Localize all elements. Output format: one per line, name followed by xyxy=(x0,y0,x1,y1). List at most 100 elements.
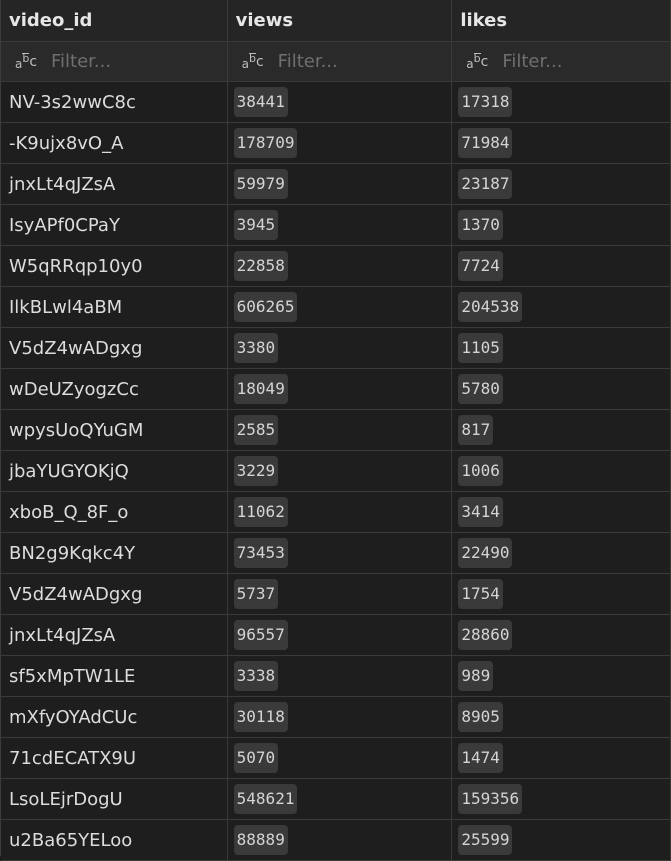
cell-views[interactable]: 3380 xyxy=(228,328,453,368)
likes-value: 1370 xyxy=(458,210,503,240)
table-row[interactable]: W5qRRqp10y0 22858 7724 xyxy=(1,246,671,287)
views-value: 3338 xyxy=(233,661,279,691)
table-row[interactable]: wpysUoQYuGM 2585 817 xyxy=(1,410,671,451)
views-value: 22858 xyxy=(233,251,288,281)
cell-video_id[interactable]: xboB_Q_8F_o xyxy=(1,492,228,532)
cell-video_id[interactable]: W5qRRqp10y0 xyxy=(1,246,228,286)
table-row[interactable]: IlkBLwl4aBM 606265 204538 xyxy=(1,287,671,328)
column-header-likes[interactable]: likes xyxy=(452,0,671,41)
cell-likes[interactable]: 1006 xyxy=(452,451,671,491)
cell-views[interactable]: 606265 xyxy=(228,287,453,327)
cell-likes[interactable]: 1474 xyxy=(452,738,671,778)
table-row[interactable]: jbaYUGYOKjQ 3229 1006 xyxy=(1,451,671,492)
cell-likes[interactable]: 28860 xyxy=(452,615,671,655)
cell-likes[interactable]: 71984 xyxy=(452,123,671,163)
cell-views[interactable]: 88889 xyxy=(228,820,453,860)
table-row[interactable]: mXfyOYAdCUc 30118 8905 xyxy=(1,697,671,738)
table-row[interactable]: xboB_Q_8F_o 11062 3414 xyxy=(1,492,671,533)
filter-cell-likes: abc xyxy=(452,42,671,81)
filter-input-views[interactable] xyxy=(277,51,428,72)
column-header-views[interactable]: views xyxy=(228,0,453,41)
cell-video_id[interactable]: IlkBLwl4aBM xyxy=(1,287,228,327)
cell-views[interactable]: 5737 xyxy=(228,574,453,614)
table-row[interactable]: LsoLEjrDogU 548621 159356 xyxy=(1,779,671,820)
cell-views[interactable]: 73453 xyxy=(228,533,453,573)
table-row[interactable]: sf5xMpTW1LE 3338 989 xyxy=(1,656,671,697)
cell-likes[interactable]: 817 xyxy=(452,410,671,450)
views-value: 3380 xyxy=(233,333,279,363)
cell-video_id[interactable]: IsyAPf0CPaY xyxy=(1,205,228,245)
cell-views[interactable]: 59979 xyxy=(228,164,453,204)
cell-views[interactable]: 3945 xyxy=(228,205,453,245)
views-value: 59979 xyxy=(233,169,288,199)
cell-views[interactable]: 22858 xyxy=(228,246,453,286)
likes-value: 3414 xyxy=(458,497,503,527)
cell-video_id[interactable]: wpysUoQYuGM xyxy=(1,410,228,450)
table-row[interactable]: jnxLt4qJZsA 59979 23187 xyxy=(1,164,671,205)
cell-video_id[interactable]: sf5xMpTW1LE xyxy=(1,656,228,696)
cell-likes[interactable]: 1105 xyxy=(452,328,671,368)
cell-views[interactable]: 548621 xyxy=(228,779,453,819)
cell-views[interactable]: 18049 xyxy=(228,369,453,409)
cell-video_id[interactable]: V5dZ4wADgxg xyxy=(1,328,228,368)
likes-value: 989 xyxy=(458,661,494,691)
cell-likes[interactable]: 204538 xyxy=(452,287,671,327)
cell-video_id[interactable]: jnxLt4qJZsA xyxy=(1,164,228,204)
cell-views[interactable]: 3338 xyxy=(228,656,453,696)
cell-views[interactable]: 30118 xyxy=(228,697,453,737)
cell-video_id[interactable]: V5dZ4wADgxg xyxy=(1,574,228,614)
cell-views[interactable]: 96557 xyxy=(228,615,453,655)
cell-video_id[interactable]: mXfyOYAdCUc xyxy=(1,697,228,737)
abc-type-icon: abc xyxy=(466,52,489,71)
filter-cell-video_id: abc xyxy=(1,42,228,81)
data-grid: video_id views likes abc abc abc NV-3s2w… xyxy=(0,0,671,861)
cell-likes[interactable]: 3414 xyxy=(452,492,671,532)
views-value: 5070 xyxy=(233,743,279,773)
table-row[interactable]: -K9ujx8vO_A 178709 71984 xyxy=(1,123,671,164)
likes-value: 8905 xyxy=(458,702,503,732)
cell-video_id[interactable]: NV-3s2wwC8c xyxy=(1,82,228,122)
table-row[interactable]: NV-3s2wwC8c 38441 17318 xyxy=(1,82,671,123)
cell-likes[interactable]: 23187 xyxy=(452,164,671,204)
column-header-video_id[interactable]: video_id xyxy=(1,0,228,41)
filter-input-video_id[interactable] xyxy=(51,51,201,72)
cell-likes[interactable]: 25599 xyxy=(452,820,671,860)
cell-likes[interactable]: 989 xyxy=(452,656,671,696)
table-row[interactable]: BN2g9Kqkc4Y 73453 22490 xyxy=(1,533,671,574)
views-value: 73453 xyxy=(233,538,288,568)
cell-likes[interactable]: 8905 xyxy=(452,697,671,737)
cell-likes[interactable]: 22490 xyxy=(452,533,671,573)
filter-input-likes[interactable] xyxy=(502,51,653,72)
cell-video_id[interactable]: wDeUZyogzCc xyxy=(1,369,228,409)
cell-views[interactable]: 178709 xyxy=(228,123,453,163)
cell-video_id[interactable]: jbaYUGYOKjQ xyxy=(1,451,228,491)
cell-likes[interactable]: 5780 xyxy=(452,369,671,409)
cell-video_id[interactable]: BN2g9Kqkc4Y xyxy=(1,533,228,573)
cell-views[interactable]: 2585 xyxy=(228,410,453,450)
cell-video_id[interactable]: u2Ba65YELoo xyxy=(1,820,228,860)
views-value: 3945 xyxy=(233,210,279,240)
cell-video_id[interactable]: LsoLEjrDogU xyxy=(1,779,228,819)
cell-likes[interactable]: 17318 xyxy=(452,82,671,122)
table-row[interactable]: 71cdECATX9U 5070 1474 xyxy=(1,738,671,779)
table-row[interactable]: u2Ba65YELoo 88889 25599 xyxy=(1,820,671,861)
cell-likes[interactable]: 159356 xyxy=(452,779,671,819)
cell-views[interactable]: 11062 xyxy=(228,492,453,532)
cell-likes[interactable]: 7724 xyxy=(452,246,671,286)
cell-likes[interactable]: 1754 xyxy=(452,574,671,614)
cell-views[interactable]: 38441 xyxy=(228,82,453,122)
table-row[interactable]: wDeUZyogzCc 18049 5780 xyxy=(1,369,671,410)
likes-value: 17318 xyxy=(458,87,513,117)
table-row[interactable]: V5dZ4wADgxg 5737 1754 xyxy=(1,574,671,615)
cell-views[interactable]: 5070 xyxy=(228,738,453,778)
views-value: 548621 xyxy=(233,784,298,814)
table-row[interactable]: jnxLt4qJZsA 96557 28860 xyxy=(1,615,671,656)
cell-views[interactable]: 3229 xyxy=(228,451,453,491)
cell-video_id[interactable]: 71cdECATX9U xyxy=(1,738,228,778)
table-row[interactable]: IsyAPf0CPaY 3945 1370 xyxy=(1,205,671,246)
filter-cell-views: abc xyxy=(228,42,453,81)
table-row[interactable]: V5dZ4wADgxg 3380 1105 xyxy=(1,328,671,369)
cell-video_id[interactable]: -K9ujx8vO_A xyxy=(1,123,228,163)
cell-likes[interactable]: 1370 xyxy=(452,205,671,245)
cell-video_id[interactable]: jnxLt4qJZsA xyxy=(1,615,228,655)
